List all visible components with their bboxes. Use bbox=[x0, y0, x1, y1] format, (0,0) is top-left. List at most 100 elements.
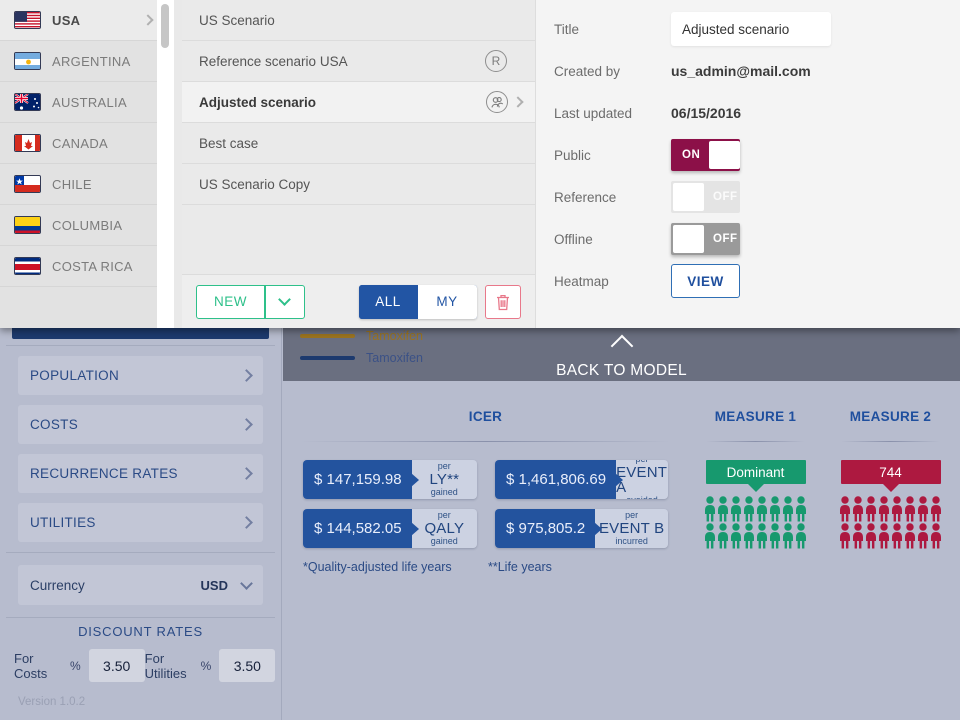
sidebar-item-label: COSTS bbox=[30, 417, 79, 432]
discount-utilities-label: For Utilities bbox=[144, 650, 187, 681]
discount-rates-row: For Costs % 3.50 For Utilities % 3.50 bbox=[0, 649, 281, 682]
scenario-list: US Scenario Reference scenario USA R Adj… bbox=[182, 0, 535, 274]
country-label: COLUMBIA bbox=[52, 217, 123, 233]
scenario-name: Best case bbox=[199, 135, 259, 151]
detail-row-last-updated: Last updated 06/15/2016 bbox=[554, 92, 960, 134]
country-label: CANADA bbox=[52, 135, 108, 151]
scenario-row[interactable]: US Scenario bbox=[182, 0, 535, 41]
icer-card[interactable]: $ 975,805.2 per EVENT B incurred bbox=[495, 509, 668, 548]
sidebar-item-label: RECURRENCE RATES bbox=[30, 466, 178, 481]
chevron-down-icon bbox=[278, 293, 291, 306]
offline-toggle-state: OFF bbox=[713, 233, 738, 245]
delete-scenario-button[interactable] bbox=[485, 284, 521, 319]
public-toggle[interactable]: ON bbox=[671, 139, 740, 171]
new-scenario-dropdown[interactable] bbox=[266, 286, 304, 318]
country-label: ARGENTINA bbox=[52, 53, 131, 69]
discount-costs-group: For Costs % 3.50 bbox=[14, 649, 145, 682]
back-to-model-button[interactable]: BACK TO MODEL bbox=[283, 332, 960, 380]
scenario-manager-modal: USA ARGENTINA AUSTRALIA CANADA CHILE COL… bbox=[0, 0, 960, 328]
icer-footnote-2: **Life years bbox=[488, 560, 552, 574]
icer-unit: per LY** gained bbox=[411, 460, 477, 499]
discount-costs-input[interactable]: 3.50 bbox=[88, 649, 145, 682]
scenario-row-selected[interactable]: Adjusted scenario bbox=[182, 82, 535, 123]
person-icon bbox=[731, 496, 741, 522]
sidebar-item-utilities[interactable]: UTILITIES bbox=[18, 503, 263, 542]
reference-label: Reference bbox=[554, 189, 617, 205]
icer-unit-name: LY** bbox=[429, 471, 460, 488]
country-item-canada[interactable]: CANADA bbox=[0, 123, 164, 164]
currency-selector[interactable]: Currency USD bbox=[18, 565, 263, 605]
person-icon bbox=[840, 496, 850, 522]
discount-rates-title: DISCOUNT RATES bbox=[78, 624, 203, 639]
trash-icon bbox=[497, 294, 509, 310]
person-icon bbox=[718, 496, 728, 522]
icer-value: $ 1,461,806.69 bbox=[495, 460, 624, 499]
percent-icon: % bbox=[200, 658, 212, 673]
icer-value: $ 147,159.98 bbox=[303, 460, 419, 499]
detail-row-created-by: Created by us_admin@mail.com bbox=[554, 50, 960, 92]
country-item-argentina[interactable]: ARGENTINA bbox=[0, 41, 164, 82]
country-list: USA ARGENTINA AUSTRALIA CANADA CHILE COL… bbox=[0, 0, 174, 328]
measure-1-pictogram bbox=[688, 484, 823, 549]
toggle-knob bbox=[673, 183, 704, 211]
person-icon bbox=[757, 496, 767, 522]
sidebar-item-recurrence-rates[interactable]: RECURRENCE RATES bbox=[18, 454, 263, 493]
flag-columbia-icon bbox=[14, 216, 41, 234]
scenario-name: Reference scenario USA bbox=[199, 53, 348, 69]
country-item-chile[interactable]: CHILE bbox=[0, 164, 164, 205]
person-icon bbox=[770, 523, 780, 549]
currency-label: Currency bbox=[30, 577, 85, 593]
chevron-right-icon bbox=[240, 516, 253, 529]
heatmap-view-button[interactable]: VIEW bbox=[671, 264, 740, 298]
person-icon bbox=[770, 496, 780, 522]
scenario-details-panel: Title Adjusted scenario Created by us_ad… bbox=[535, 0, 960, 328]
measure-2-rule bbox=[841, 441, 940, 442]
country-item-usa[interactable]: USA bbox=[0, 0, 164, 41]
country-list-scrollbar[interactable] bbox=[157, 0, 174, 328]
sidebar-item-population[interactable]: POPULATION bbox=[18, 356, 263, 395]
app-root: POPULATION COSTS RECURRENCE RATES UTILIT… bbox=[0, 0, 960, 720]
scenario-row[interactable]: Reference scenario USA R bbox=[182, 41, 535, 82]
country-item-costa-rica[interactable]: COSTA RICA bbox=[0, 246, 164, 287]
flag-australia-icon bbox=[14, 93, 41, 111]
country-item-australia[interactable]: AUSTRALIA bbox=[0, 82, 164, 123]
toggle-knob bbox=[673, 225, 704, 253]
icer-unit-name: EVENT B bbox=[598, 520, 665, 537]
icer-per: per bbox=[437, 461, 451, 471]
pictogram-row bbox=[700, 496, 811, 522]
scenario-row[interactable]: Best case bbox=[182, 123, 535, 164]
person-icon bbox=[757, 523, 767, 549]
icer-value: $ 975,805.2 bbox=[495, 509, 603, 548]
icer-card[interactable]: $ 144,582.05 per QALY gained bbox=[303, 509, 477, 548]
person-icon bbox=[931, 523, 941, 549]
person-icon bbox=[853, 496, 863, 522]
discount-utilities-input[interactable]: 3.50 bbox=[219, 649, 276, 682]
offline-toggle[interactable]: OFF bbox=[671, 223, 740, 255]
created-by-label: Created by bbox=[554, 63, 621, 79]
sidebar-item-costs[interactable]: COSTS bbox=[18, 405, 263, 444]
title-input[interactable]: Adjusted scenario bbox=[671, 12, 831, 46]
icer-card[interactable]: $ 1,461,806.69 per EVENT A avoided bbox=[495, 460, 668, 499]
results-columns: ICER $ 147,159.98 per LY** gained $ 1,46… bbox=[283, 381, 960, 574]
filter-my-button[interactable]: MY bbox=[417, 284, 477, 319]
public-label: Public bbox=[554, 147, 591, 163]
icer-per: per bbox=[625, 510, 639, 520]
created-by-value: us_admin@mail.com bbox=[671, 63, 811, 79]
scrollbar-thumb[interactable] bbox=[161, 4, 169, 48]
scenario-row[interactable]: US Scenario Copy bbox=[182, 164, 535, 205]
sidebar-divider-2 bbox=[6, 552, 275, 553]
icer-footnotes: *Quality-adjusted life years **Life year… bbox=[283, 548, 688, 574]
pictogram-row bbox=[700, 523, 811, 549]
flag-usa-icon bbox=[14, 11, 41, 29]
person-icon bbox=[705, 496, 715, 522]
country-item-columbia[interactable]: COLUMBIA bbox=[0, 205, 164, 246]
person-icon bbox=[796, 496, 806, 522]
country-label: AUSTRALIA bbox=[52, 94, 127, 110]
icer-cards: $ 147,159.98 per LY** gained $ 1,461,806… bbox=[283, 442, 688, 548]
person-icon bbox=[892, 496, 902, 522]
filter-all-button[interactable]: ALL bbox=[358, 284, 418, 319]
reference-toggle[interactable]: OFF bbox=[671, 181, 740, 213]
scenario-name: Adjusted scenario bbox=[199, 94, 317, 110]
new-scenario-button[interactable]: NEW bbox=[196, 284, 305, 319]
icer-card[interactable]: $ 147,159.98 per LY** gained bbox=[303, 460, 477, 499]
